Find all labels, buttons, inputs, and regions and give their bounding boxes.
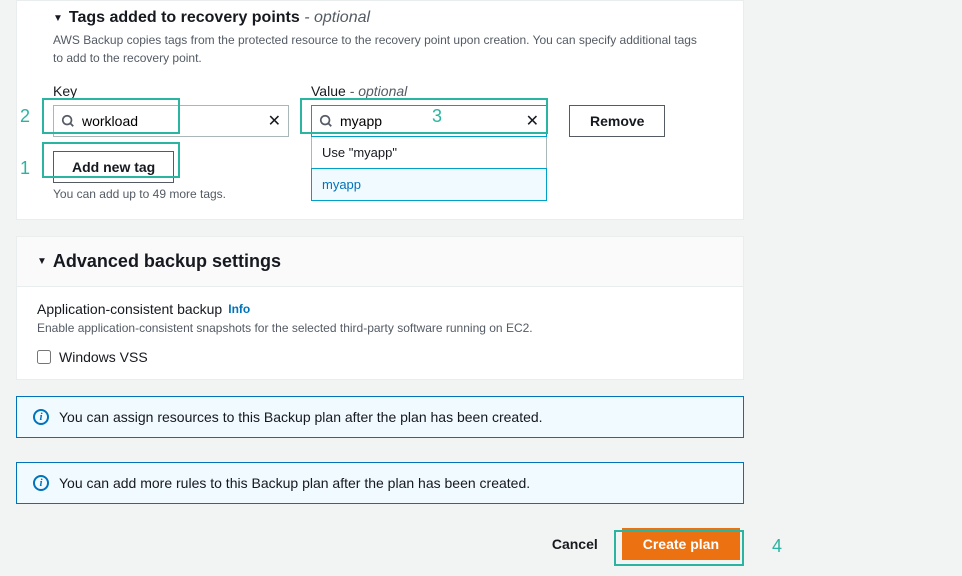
info-box-rules-text: You can add more rules to this Backup pl… xyxy=(59,475,530,491)
dropdown-option-myapp[interactable]: myapp xyxy=(311,168,547,201)
footer-buttons: Cancel Create plan xyxy=(16,528,744,560)
caret-down-icon[interactable]: ▼ xyxy=(37,256,47,267)
value-input-wrap: ✕ xyxy=(311,105,547,137)
info-link[interactable]: Info xyxy=(228,302,250,316)
create-plan-button[interactable]: Create plan xyxy=(622,528,740,560)
cancel-button[interactable]: Cancel xyxy=(540,530,610,558)
tag-value-input[interactable] xyxy=(311,105,547,137)
caret-down-icon[interactable]: ▼ xyxy=(53,13,63,24)
value-autocomplete-dropdown: Use "myapp" myapp xyxy=(311,137,547,201)
info-icon: i xyxy=(33,409,49,425)
info-box-rules: i You can add more rules to this Backup … xyxy=(16,462,744,504)
clear-value-icon[interactable]: ✕ xyxy=(526,111,539,131)
key-column-label: Key xyxy=(53,83,289,99)
tags-section-desc: AWS Backup copies tags from the protecte… xyxy=(53,31,707,67)
annotation-4: 4 xyxy=(772,536,782,557)
dropdown-use-option[interactable]: Use "myapp" xyxy=(312,137,546,169)
search-icon xyxy=(61,114,75,128)
windows-vss-label: Windows VSS xyxy=(59,349,148,365)
app-backup-desc: Enable application-consistent snapshots … xyxy=(37,319,723,337)
tags-section-panel: ▼ Tags added to recovery points - option… xyxy=(16,0,744,220)
value-column-label: Value - optional xyxy=(311,83,547,99)
info-icon: i xyxy=(33,475,49,491)
remove-button[interactable]: Remove xyxy=(569,105,665,137)
key-input-wrap: ✕ xyxy=(53,105,289,137)
add-new-tag-button[interactable]: Add new tag xyxy=(53,151,174,183)
clear-key-icon[interactable]: ✕ xyxy=(268,111,281,131)
app-backup-title: Application-consistent backup xyxy=(37,301,222,317)
tag-key-input[interactable] xyxy=(53,105,289,137)
advanced-settings-panel: ▼ Advanced backup settings Application-c… xyxy=(16,236,744,380)
advanced-settings-title: Advanced backup settings xyxy=(53,251,281,272)
info-box-resources: i You can assign resources to this Backu… xyxy=(16,396,744,438)
search-icon xyxy=(319,114,333,128)
windows-vss-checkbox[interactable] xyxy=(37,350,51,364)
info-box-resources-text: You can assign resources to this Backup … xyxy=(59,409,543,425)
tags-section-title: Tags added to recovery points - optional xyxy=(69,9,370,27)
